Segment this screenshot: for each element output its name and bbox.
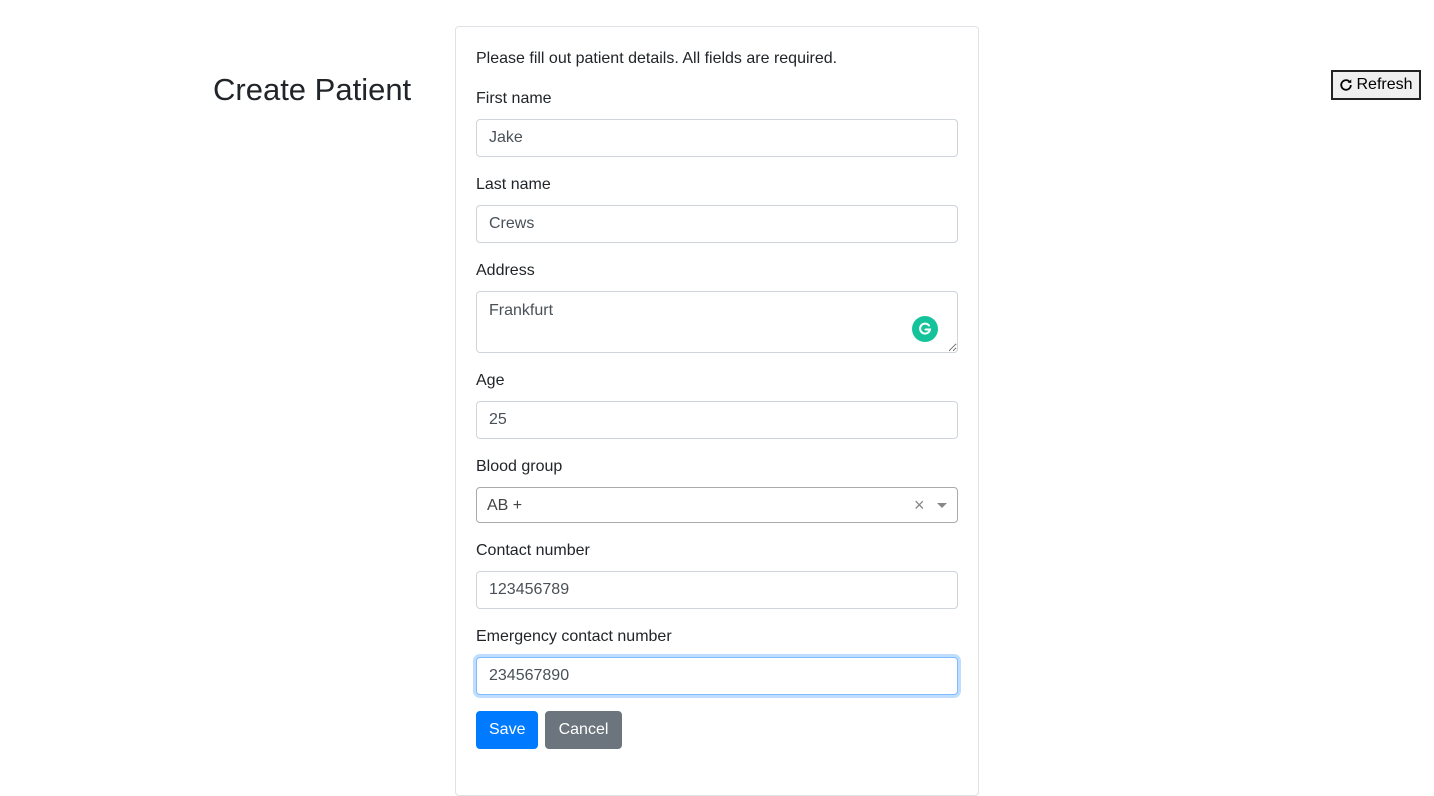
last-name-input[interactable] <box>476 205 958 243</box>
blood-group-selected: AB + <box>487 497 523 514</box>
dropdown-arrow-icon[interactable] <box>937 503 947 508</box>
address-label: Address <box>476 262 535 279</box>
page-title: Create Patient <box>213 72 412 107</box>
form-instructions: Please fill out patient details. All fie… <box>476 50 838 67</box>
cancel-button[interactable]: Cancel <box>545 711 622 749</box>
first-name-input[interactable] <box>476 119 958 157</box>
contact-number-label: Contact number <box>476 542 590 559</box>
age-label: Age <box>476 372 505 389</box>
clear-selection-icon[interactable]: × <box>914 495 925 515</box>
address-textarea[interactable]: Frankfurt <box>476 291 958 353</box>
age-input[interactable] <box>476 401 958 439</box>
refresh-label: Refresh <box>1356 76 1413 93</box>
last-name-label: Last name <box>476 176 551 193</box>
save-button[interactable]: Save <box>476 711 538 749</box>
blood-group-label: Blood group <box>476 458 563 475</box>
refresh-button[interactable]: Refresh <box>1331 70 1421 100</box>
refresh-icon <box>1339 78 1353 92</box>
first-name-label: First name <box>476 90 552 107</box>
grammarly-icon[interactable] <box>912 316 938 342</box>
contact-number-input[interactable] <box>476 571 958 609</box>
blood-group-select[interactable]: AB + × <box>476 487 958 523</box>
patient-form-card: Please fill out patient details. All fie… <box>455 26 979 796</box>
emergency-contact-input[interactable] <box>476 657 958 695</box>
emergency-contact-label: Emergency contact number <box>476 628 672 645</box>
